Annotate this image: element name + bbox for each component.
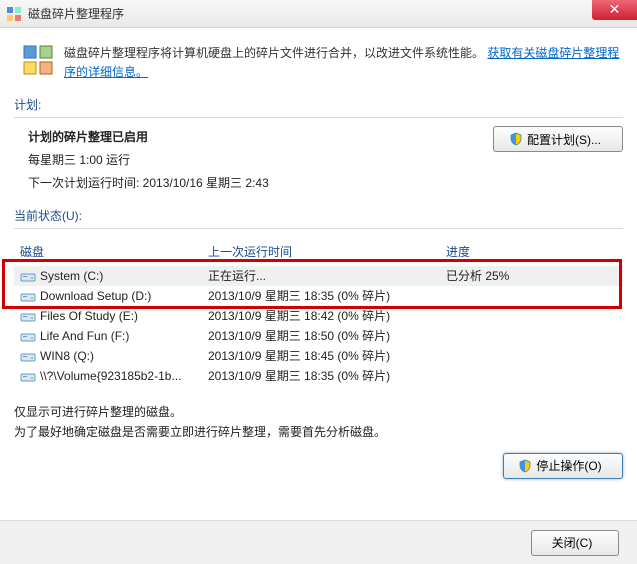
disk-name: Download Setup (D:) (40, 289, 151, 303)
hint-line2: 为了最好地确定磁盘是否需要立即进行碎片整理，需要首先分析磁盘。 (14, 422, 623, 442)
drive-icon (20, 288, 36, 304)
divider (14, 228, 623, 229)
info-text: 磁盘碎片整理程序将计算机硬盘上的碎片文件进行合并，以改进文件系统性能。 (64, 46, 484, 60)
drive-icon (20, 328, 36, 344)
footer: 关闭(C) (0, 520, 637, 564)
table-row[interactable]: Download Setup (D:) 2013/10/9 星期三 18:35 (… (14, 286, 623, 306)
titlebar: 磁盘碎片整理程序 ✕ (0, 0, 637, 28)
header-lastrun[interactable]: 上一次运行时间 (208, 243, 446, 260)
drive-icon (20, 268, 36, 284)
disk-name: Life And Fun (F:) (40, 329, 129, 343)
disk-name: \\?\Volume{923185b2-1b... (40, 369, 181, 383)
disk-name: System (C:) (40, 269, 103, 283)
shield-icon (518, 459, 532, 473)
info-banner: 磁盘碎片整理程序将计算机硬盘上的碎片文件进行合并，以改进文件系统性能。 获取有关… (22, 44, 623, 82)
drive-icon (20, 348, 36, 364)
schedule-line1: 每星期三 1:00 运行 (28, 149, 269, 172)
last-run: 2013/10/9 星期三 18:50 (0% 碎片) (208, 327, 446, 344)
last-run: 2013/10/9 星期三 18:35 (0% 碎片) (208, 367, 446, 384)
table-row[interactable]: \\?\Volume{923185b2-1b... 2013/10/9 星期三 1… (14, 366, 623, 386)
last-run: 正在运行... (208, 267, 446, 284)
last-run: 2013/10/9 星期三 18:35 (0% 碎片) (208, 287, 446, 304)
last-run: 2013/10/9 星期三 18:42 (0% 碎片) (208, 307, 446, 324)
drive-icon (20, 308, 36, 324)
drive-icon (20, 368, 36, 384)
last-run: 2013/10/9 星期三 18:45 (0% 碎片) (208, 347, 446, 364)
table-row[interactable]: Life And Fun (F:) 2013/10/9 星期三 18:50 (0%… (14, 326, 623, 346)
schedule-label: 计划: (14, 96, 623, 113)
table-row[interactable]: System (C:) 正在运行...已分析 25% (14, 266, 623, 286)
disk-name: WIN8 (Q:) (40, 349, 94, 363)
shield-icon (509, 132, 523, 146)
schedule-info: 计划的碎片整理已启用 每星期三 1:00 运行 下一次计划运行时间: 2013/… (28, 126, 269, 194)
header-progress[interactable]: 进度 (446, 243, 619, 260)
schedule-title: 计划的碎片整理已启用 (28, 126, 269, 149)
schedule-line2: 下一次计划运行时间: 2013/10/16 星期三 2:43 (28, 172, 269, 195)
window-close-button[interactable]: ✕ (592, 0, 637, 20)
close-label: 关闭(C) (552, 534, 593, 551)
configure-schedule-button[interactable]: 配置计划(S)... (493, 126, 623, 152)
status-label: 当前状态(U): (14, 207, 623, 224)
stop-label: 停止操作(O) (536, 457, 601, 474)
table-row[interactable]: WIN8 (Q:) 2013/10/9 星期三 18:45 (0% 碎片) (14, 346, 623, 366)
configure-schedule-label: 配置计划(S)... (527, 131, 601, 148)
close-button[interactable]: 关闭(C) (531, 530, 619, 556)
defrag-app-icon (6, 6, 22, 22)
hint-text: 仅显示可进行碎片整理的磁盘。 为了最好地确定磁盘是否需要立即进行碎片整理，需要首… (14, 402, 623, 443)
divider (14, 117, 623, 118)
window-title: 磁盘碎片整理程序 (28, 5, 124, 22)
disk-name: Files Of Study (E:) (40, 309, 138, 323)
hint-line1: 仅显示可进行碎片整理的磁盘。 (14, 402, 623, 422)
stop-operation-button[interactable]: 停止操作(O) (503, 453, 623, 479)
header-disk[interactable]: 磁盘 (18, 243, 208, 260)
table-header: 磁盘 上一次运行时间 进度 (14, 237, 623, 266)
defrag-icon (22, 44, 54, 76)
table-row[interactable]: Files Of Study (E:) 2013/10/9 星期三 18:42 (… (14, 306, 623, 326)
progress: 已分析 25% (446, 267, 619, 284)
disk-table: 磁盘 上一次运行时间 进度 System (C:) 正在运行...已分析 25% D… (14, 237, 623, 386)
